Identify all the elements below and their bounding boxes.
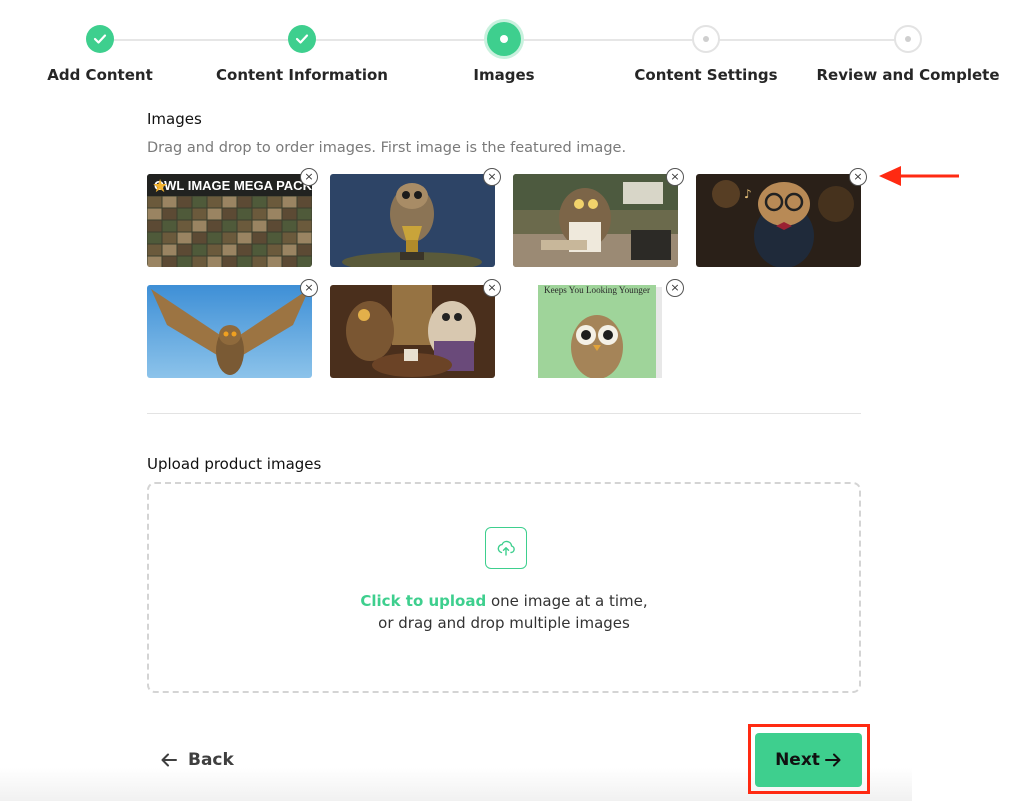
step-label: Images [473, 66, 535, 84]
image-thumbnail-owl-mega-pack[interactable]: OWL IMAGE MEGA PACK [147, 174, 312, 267]
check-icon [288, 25, 316, 53]
remove-image-button[interactable]: × [849, 168, 867, 186]
image-thumbnail-owl-trophy[interactable] [330, 174, 495, 267]
remove-image-button[interactable]: × [666, 168, 684, 186]
step-connector [706, 39, 908, 41]
remove-image-button[interactable]: × [300, 279, 318, 297]
next-button[interactable]: Next [755, 733, 862, 787]
step-label: Add Content [47, 66, 153, 84]
remove-image-button[interactable]: × [666, 279, 684, 297]
step-connector [302, 39, 504, 41]
remove-image-button[interactable]: × [300, 168, 318, 186]
image-thumbnail-owl-flying[interactable] [147, 285, 312, 378]
back-button-label: Back [188, 750, 234, 770]
step-connector [504, 39, 706, 41]
section-divider [147, 413, 861, 414]
next-button-label: Next [775, 750, 820, 770]
remove-image-button[interactable]: × [483, 279, 501, 297]
step-connector [100, 39, 302, 41]
image-thumbnail-owl-book-cover[interactable]: Keeps You Looking Younger [513, 285, 678, 378]
featured-star-icon: ★ [152, 176, 169, 197]
image-thumbnail-owls-tea-party[interactable] [330, 285, 495, 378]
image-thumbnail-owl-baker-kitchen[interactable] [513, 174, 678, 267]
cloud-upload-icon[interactable] [485, 527, 527, 569]
back-button[interactable]: Back [160, 746, 234, 774]
arrow-right-icon [824, 753, 841, 767]
upload-instruction-line1: one image at a time, [486, 592, 648, 610]
check-icon [86, 25, 114, 53]
arrow-left-icon [161, 753, 177, 767]
progress-stepper: Add Content Content Information Images C… [0, 0, 1033, 100]
mega-pack-overlay-text: OWL IMAGE MEGA PACK [154, 178, 312, 193]
step-label: Content Information [216, 66, 388, 84]
upload-instruction-line2: or drag and drop multiple images [378, 614, 630, 632]
remove-image-button[interactable]: × [483, 168, 501, 186]
annotation-arrow-icon [879, 166, 959, 186]
click-to-upload-link[interactable]: Click to upload [360, 592, 486, 610]
images-section-title: Images [147, 110, 202, 128]
upload-section-title: Upload product images [147, 455, 322, 473]
step-label: Content Settings [634, 66, 778, 84]
pending-step-indicator [692, 25, 720, 53]
pending-step-indicator [894, 25, 922, 53]
svg-text:♪: ♪ [744, 187, 752, 201]
image-dropzone[interactable]: Click to upload one image at a time, or … [147, 482, 861, 693]
step-label: Review and Complete [816, 66, 1000, 84]
book-cover-text: Keeps You Looking Younger [544, 286, 651, 296]
upload-instructions: Click to upload one image at a time, or … [149, 590, 859, 634]
current-step-indicator [487, 22, 521, 56]
image-thumbnail-owl-singer-glasses[interactable]: ♪ [696, 174, 861, 267]
images-hint: Drag and drop to order images. First ima… [147, 140, 627, 156]
